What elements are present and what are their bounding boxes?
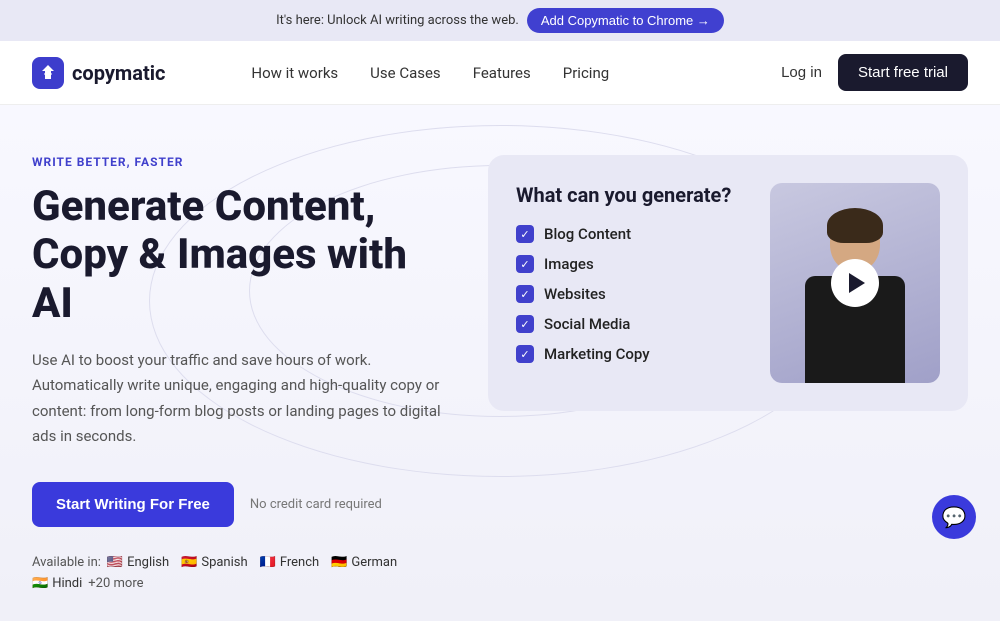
check-label-marketing: Marketing Copy [544,345,650,363]
flag-english: 🇺🇸 [107,555,123,570]
lang-german: 🇩🇪 German [331,555,397,570]
cta-row: Start Writing For Free No credit card re… [32,482,448,527]
nav-right: Log in Start free trial [781,54,968,91]
card-right [770,183,940,383]
check-list: ✓ Blog Content ✓ Images ✓ Websites ✓ Soc… [516,225,750,363]
top-banner: It's here: Unlock AI writing across the … [0,0,1000,41]
nav-features[interactable]: Features [473,64,531,82]
flag-french: 🇫🇷 [260,555,276,570]
flag-spanish: 🇪🇸 [181,555,197,570]
hero-right: What can you generate? ✓ Blog Content ✓ … [488,155,968,411]
card-left: What can you generate? ✓ Blog Content ✓ … [516,183,750,363]
check-blog-content: ✓ Blog Content [516,225,750,243]
logo-icon [32,57,64,89]
hero-title: Generate Content, Copy & Images with AI [32,183,448,328]
hero-title-line1: Generate Content, [32,182,376,231]
lang-french-label: French [280,555,319,570]
available-in-label: Available in: [32,555,101,570]
check-label-websites: Websites [544,285,606,303]
card-title: What can you generate? [516,183,750,207]
banner-cta-button[interactable]: Add Copymatic to Chrome → [527,8,724,33]
lang-hindi-label: Hindi [52,576,82,591]
navbar: copymatic How it works Use Cases Feature… [0,41,1000,105]
nav-how-it-works[interactable]: How it works [251,64,338,82]
available-in: Available in: 🇺🇸 English 🇪🇸 Spanish 🇫🇷 F… [32,555,448,591]
hero-description: Use AI to boost your traffic and save ho… [32,348,448,450]
play-button[interactable] [831,259,879,307]
lang-english: 🇺🇸 English [107,555,169,570]
check-label-blog: Blog Content [544,225,631,243]
check-icon-marketing: ✓ [516,345,534,363]
lang-french: 🇫🇷 French [260,555,320,570]
check-icon-social: ✓ [516,315,534,333]
check-label-social: Social Media [544,315,630,333]
check-social-media: ✓ Social Media [516,315,750,333]
main-hero: WRITE BETTER, FASTER Generate Content, C… [0,105,1000,621]
check-icon-blog: ✓ [516,225,534,243]
login-button[interactable]: Log in [781,64,822,81]
check-marketing-copy: ✓ Marketing Copy [516,345,750,363]
lang-spanish: 🇪🇸 Spanish [181,555,248,570]
check-label-images: Images [544,255,594,273]
check-icon-images: ✓ [516,255,534,273]
nav-links: How it works Use Cases Features Pricing [251,63,609,82]
no-credit-card-text: No credit card required [250,497,382,512]
logo-text: copymatic [72,61,165,85]
check-images: ✓ Images [516,255,750,273]
chat-button[interactable]: 💬 [932,495,976,539]
logo[interactable]: copymatic [32,57,165,89]
more-languages: +20 more [88,576,143,591]
nav-use-cases[interactable]: Use Cases [370,64,441,82]
person-hair [827,208,883,243]
banner-text: It's here: Unlock AI writing across the … [276,13,519,28]
nav-pricing[interactable]: Pricing [563,64,609,82]
hero-title-line2: Copy & Images with AI [32,230,407,327]
lang-spanish-label: Spanish [201,555,247,570]
trial-button[interactable]: Start free trial [838,54,968,91]
flag-german: 🇩🇪 [331,555,347,570]
play-icon [849,273,865,293]
start-writing-button[interactable]: Start Writing For Free [32,482,234,527]
check-websites: ✓ Websites [516,285,750,303]
lang-german-label: German [351,555,397,570]
check-icon-websites: ✓ [516,285,534,303]
flag-hindi: 🇮🇳 [32,576,48,591]
lang-english-label: English [127,555,169,570]
lang-hindi: 🇮🇳 Hindi [32,576,82,591]
chat-icon: 💬 [942,505,967,529]
hero-left: WRITE BETTER, FASTER Generate Content, C… [32,155,448,591]
hero-eyebrow: WRITE BETTER, FASTER [32,155,448,169]
generate-card: What can you generate? ✓ Blog Content ✓ … [488,155,968,411]
